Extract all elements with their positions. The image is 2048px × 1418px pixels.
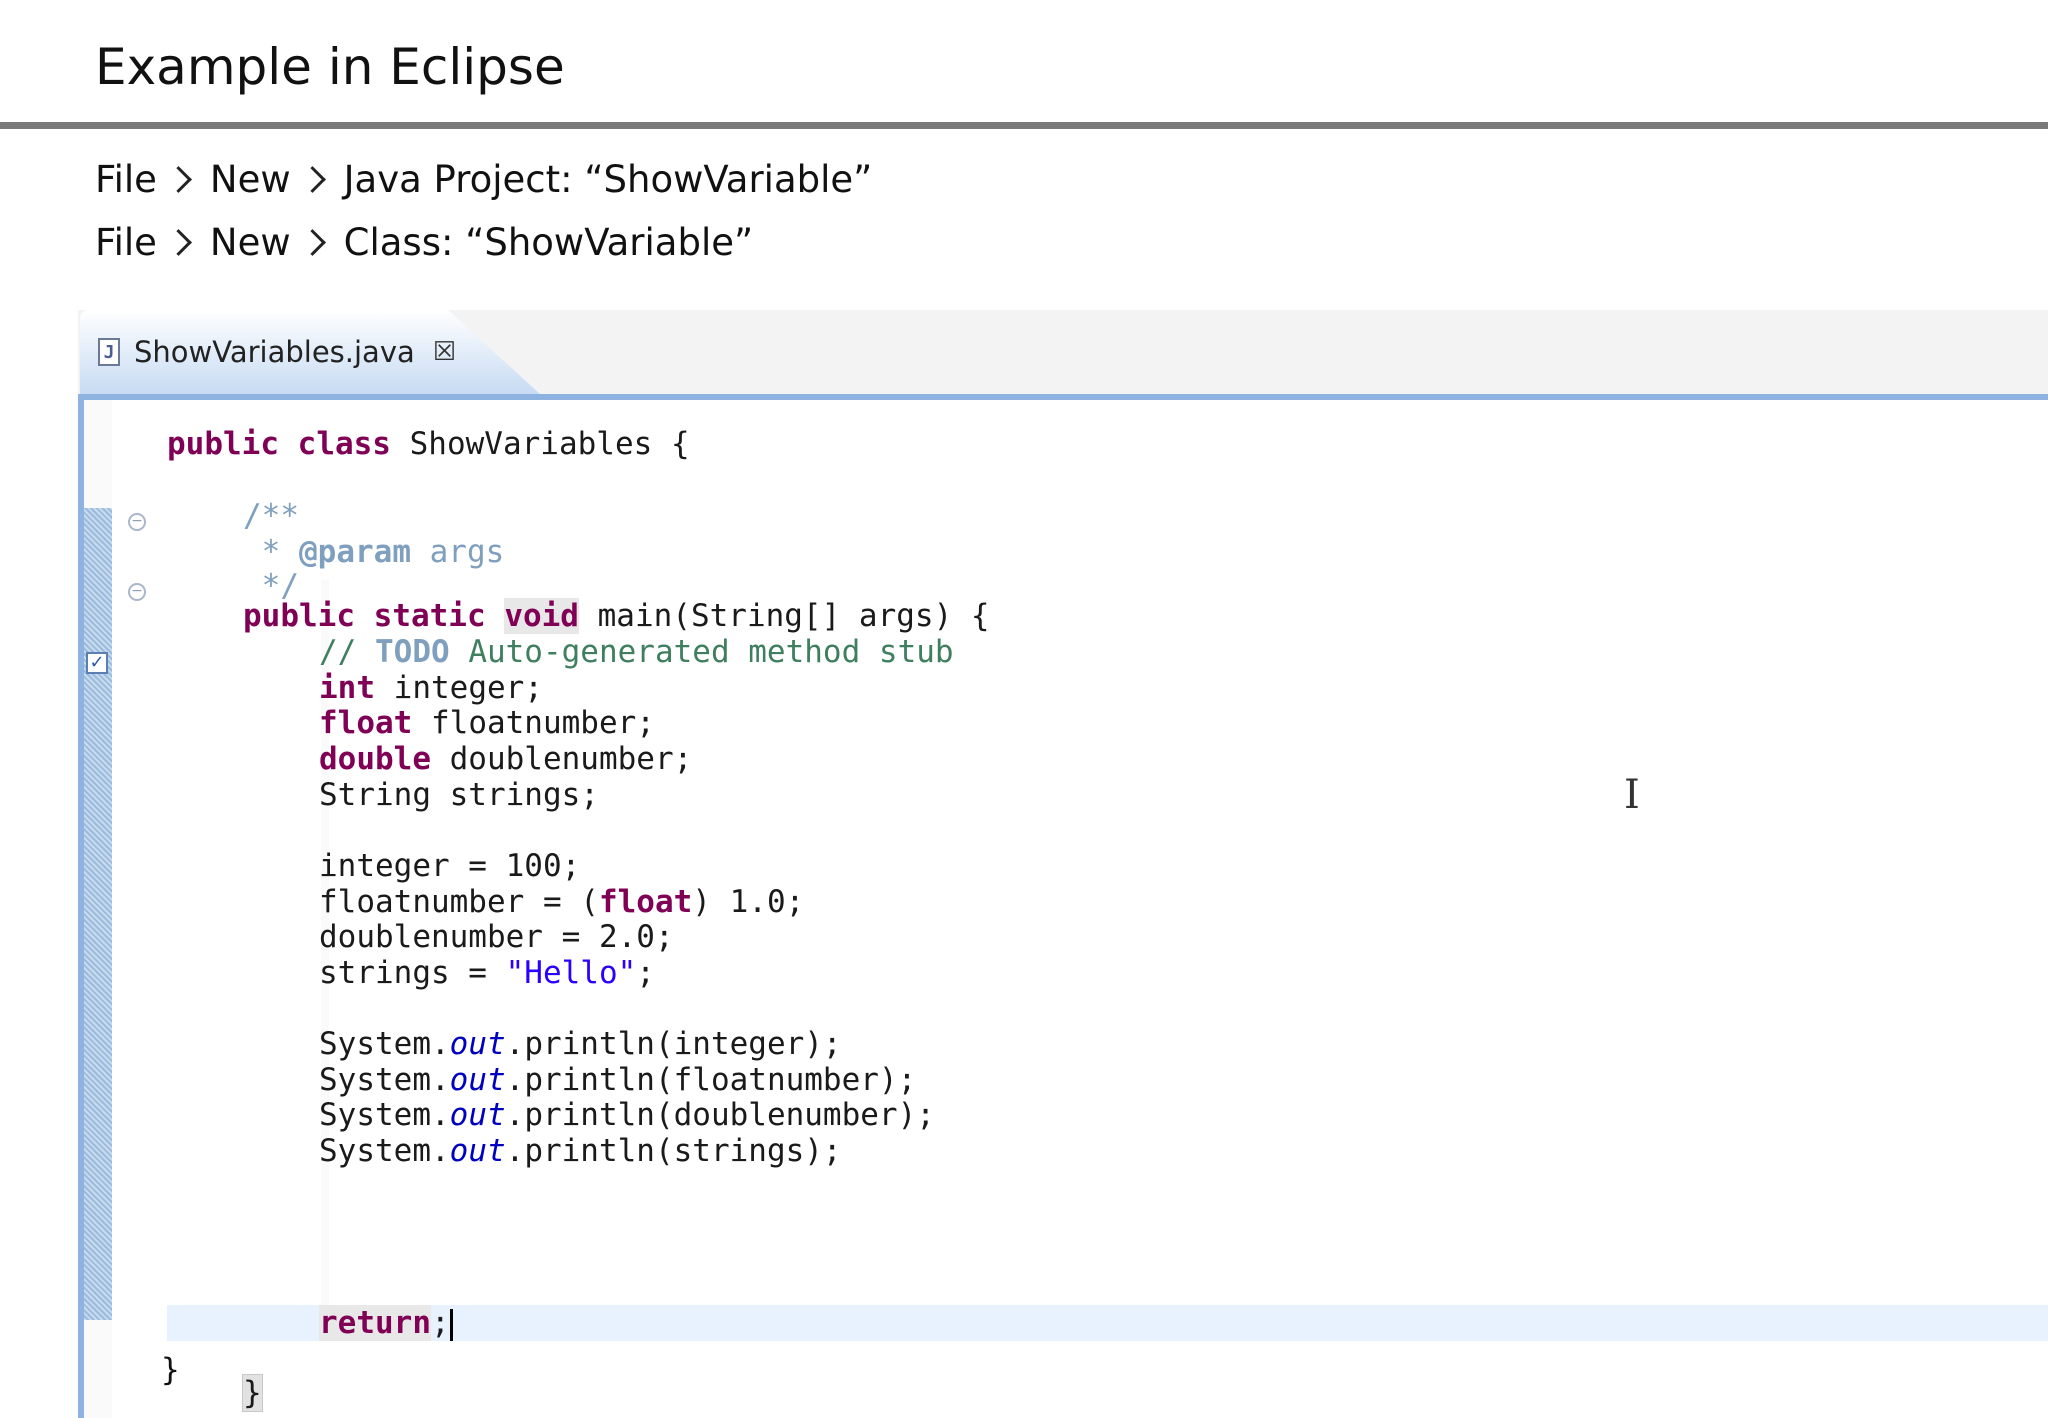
code-line-print-float: System.out.println(floatnumber); xyxy=(319,1062,917,1098)
code-line-decl-int: int integer; xyxy=(319,670,543,706)
fold-collapse-icon[interactable]: − xyxy=(128,583,146,601)
menu-class: Class: “ShowVariable” xyxy=(343,220,754,264)
code-editor-body[interactable]: ✓ − − public class ShowVariables { /** *… xyxy=(78,400,2048,1418)
menu-java-project: Java Project: “ShowVariable” xyxy=(343,157,873,201)
text-caret xyxy=(449,1308,453,1341)
code-line-main: public static void main(String[] args) { xyxy=(243,598,990,634)
chevron-right-icon xyxy=(298,228,326,256)
code-line-method-close: } xyxy=(242,1374,263,1412)
menu-new: New xyxy=(209,157,291,201)
code-line-return: return; xyxy=(319,1305,453,1341)
java-file-icon: J xyxy=(98,338,120,366)
code-line-print-strings: System.out.println(strings); xyxy=(319,1133,842,1169)
close-icon[interactable]: ☒ xyxy=(433,337,456,367)
menu-file: File xyxy=(95,157,157,201)
fold-collapse-icon[interactable]: − xyxy=(128,513,146,531)
menu-file: File xyxy=(95,220,157,264)
tab-label: ShowVariables.java xyxy=(134,335,415,369)
menu-new: New xyxy=(209,220,291,264)
title-divider xyxy=(0,122,2048,129)
range-indicator xyxy=(84,508,112,1320)
eclipse-editor: J ShowVariables.java ☒ ✓ − − public clas… xyxy=(78,310,2048,1418)
chevron-right-icon xyxy=(164,165,192,193)
code-line-assign-float: floatnumber = (float) 1.0; xyxy=(319,884,805,920)
code-line-assign-string: strings = "Hello"; xyxy=(319,955,655,991)
chevron-right-icon xyxy=(298,165,326,193)
folding-ruler xyxy=(112,400,152,1418)
code-line-decl-string: String strings; xyxy=(319,777,599,813)
task-marker-icon[interactable]: ✓ xyxy=(86,652,108,674)
code-line-todo: // TODO Auto-generated method stub xyxy=(319,634,954,670)
tab-showvariables-java[interactable]: J ShowVariables.java ☒ xyxy=(80,310,540,394)
code-line-assign-double: doublenumber = 2.0; xyxy=(319,919,674,955)
code-line-decl-float: float floatnumber; xyxy=(319,705,655,741)
chevron-right-icon xyxy=(164,228,192,256)
code-line-print-integer: System.out.println(integer); xyxy=(319,1026,842,1062)
code-line-javadoc-param: * @param args xyxy=(243,534,505,570)
code-line-class: public class ShowVariables { xyxy=(167,426,690,462)
code-line-class-close: } xyxy=(161,1352,180,1388)
code-text-area[interactable]: public class ShowVariables { /** * @para… xyxy=(167,400,2048,1418)
instruction-step-2: File New Class: “ShowVariable” xyxy=(95,217,753,267)
code-line-javadoc-open: /** xyxy=(243,498,299,534)
editor-tab-strip: J ShowVariables.java ☒ xyxy=(78,310,2048,400)
code-line-print-double: System.out.println(doublenumber); xyxy=(319,1097,935,1133)
code-line-assign-int: integer = 100; xyxy=(319,848,581,884)
ibeam-cursor-icon: I xyxy=(1624,772,1640,818)
instruction-step-1: File New Java Project: “ShowVariable” xyxy=(95,154,872,204)
slide-title: Example in Eclipse xyxy=(95,38,565,96)
code-line-decl-double: double doublenumber; xyxy=(319,741,693,777)
